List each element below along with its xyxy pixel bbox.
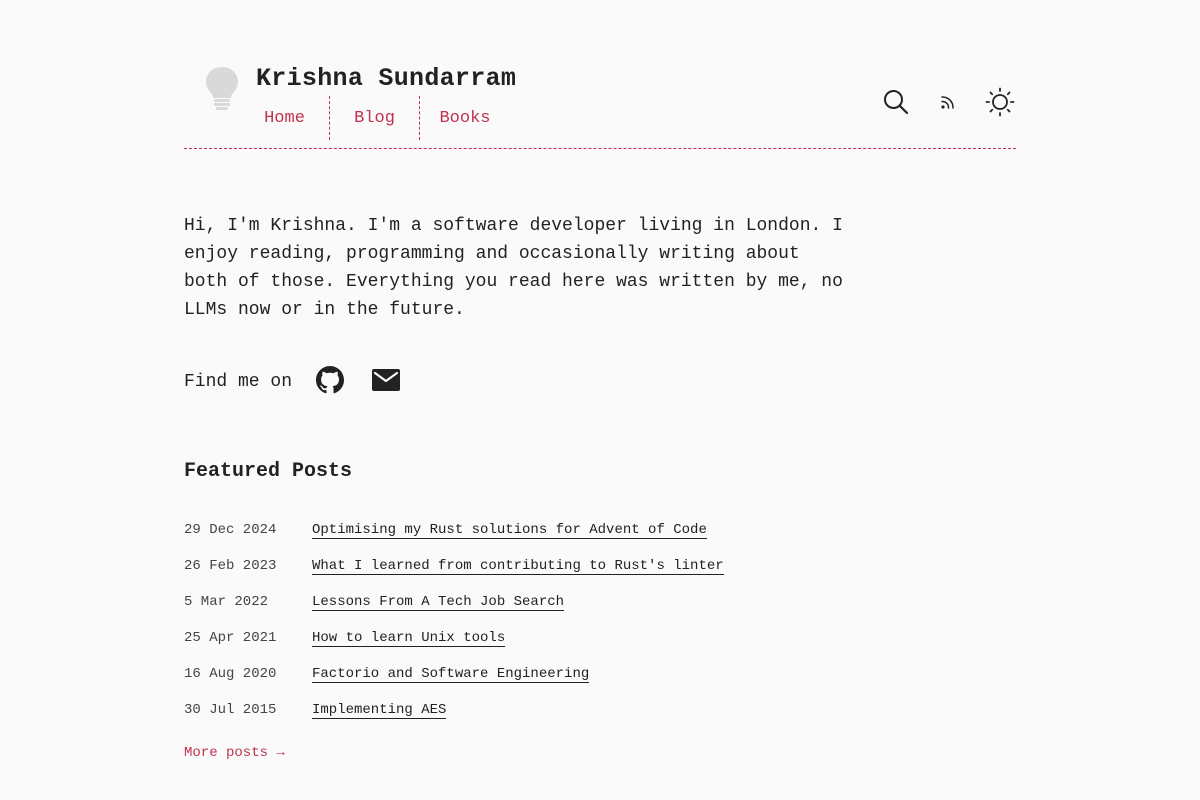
post-row: 25 Apr 2021 How to learn Unix tools [184, 620, 724, 656]
site-header: Krishna Sundarram Home Blog Books [184, 60, 1016, 149]
find-me-row: Find me on [184, 360, 402, 400]
sun-icon[interactable] [984, 86, 1016, 118]
github-icon[interactable] [314, 364, 346, 396]
post-row: 16 Aug 2020 Factorio and Software Engine… [184, 656, 724, 692]
post-date: 26 Feb 2023 [184, 558, 277, 574]
more-posts-link[interactable]: More posts → [184, 745, 285, 761]
main-nav: Home Blog Books [240, 96, 510, 140]
mail-icon[interactable] [370, 364, 402, 396]
header-actions [880, 86, 1016, 118]
page: Krishna Sundarram Home Blog Books Hi, I'… [0, 0, 1200, 800]
post-date: 5 Mar 2022 [184, 594, 269, 610]
post-row: 29 Dec 2024 Optimising my Rust solutions… [184, 512, 724, 548]
site-title[interactable]: Krishna Sundarram [256, 64, 516, 93]
post-link[interactable]: Factorio and Software Engineering [312, 666, 590, 683]
post-date: 16 Aug 2020 [184, 666, 277, 682]
post-link[interactable]: What I learned from contributing to Rust… [312, 558, 724, 575]
post-row: 30 Jul 2015 Implementing AES [184, 692, 724, 728]
post-link[interactable]: Optimising my Rust solutions for Advent … [312, 522, 707, 539]
post-row: 5 Mar 2022 Lessons From A Tech Job Searc… [184, 584, 724, 620]
post-link[interactable]: Lessons From A Tech Job Search [312, 594, 565, 611]
nav-books[interactable]: Books [420, 96, 510, 140]
post-date: 30 Jul 2015 [184, 702, 277, 718]
nav-home[interactable]: Home [240, 96, 330, 140]
find-me-label: Find me on [184, 372, 293, 392]
rss-icon[interactable] [932, 86, 964, 118]
search-icon[interactable] [880, 86, 912, 118]
intro-text: Hi, I'm Krishna. I'm a software develope… [184, 216, 843, 320]
post-row: 26 Feb 2023 What I learned from contribu… [184, 548, 724, 584]
post-date: 29 Dec 2024 [184, 522, 277, 538]
featured-posts-heading: Featured Posts [184, 460, 353, 483]
lightbulb-icon[interactable] [204, 65, 240, 113]
featured-posts-list: 29 Dec 2024 Optimising my Rust solutions… [184, 512, 724, 728]
nav-blog[interactable]: Blog [330, 96, 420, 140]
post-link[interactable]: Implementing AES [312, 702, 447, 719]
post-link[interactable]: How to learn Unix tools [312, 630, 506, 647]
post-date: 25 Apr 2021 [184, 630, 277, 646]
